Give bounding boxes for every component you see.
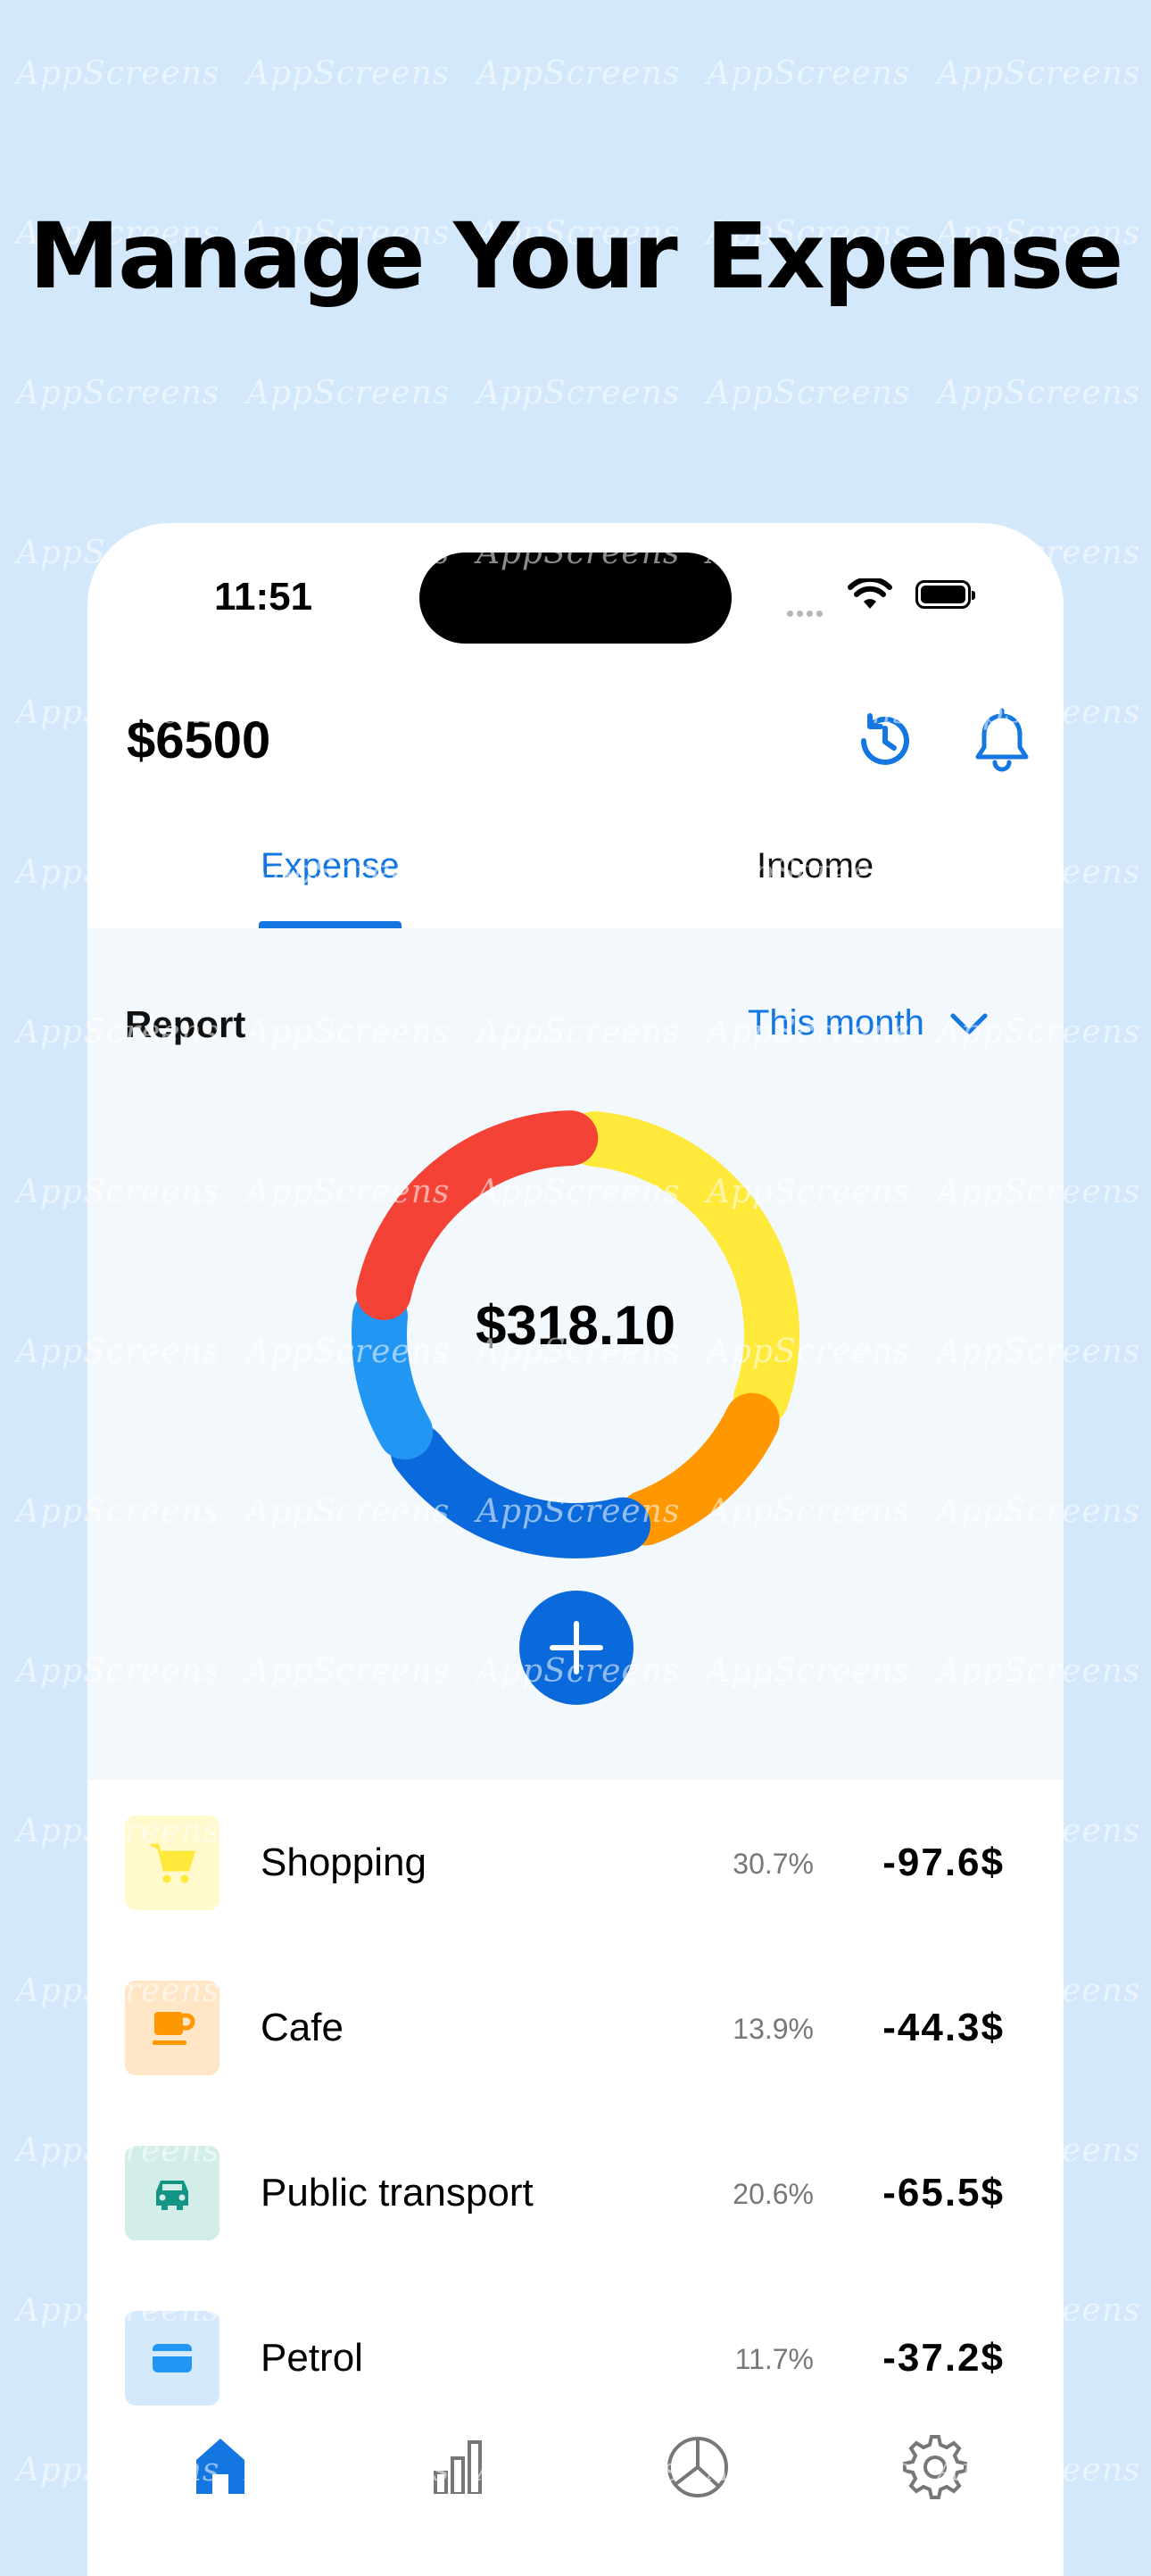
category-amount: -37.2$	[882, 2336, 1005, 2380]
category-amount: -44.3$	[882, 2006, 1005, 2049]
donut-slice	[390, 1424, 650, 1558]
category-amount: -97.6$	[882, 1841, 1005, 1884]
home-icon[interactable]	[189, 2431, 252, 2497]
watermark-row: AppScreens AppScreens AppScreens AppScreens…	[16, 375, 1141, 411]
dynamic-island	[419, 553, 732, 644]
watermark-row: AppScreens AppScreens AppScreens AppScreens…	[16, 55, 1141, 92]
category-percent: 13.9%	[733, 2013, 814, 2045]
bar-chart-icon[interactable]	[426, 2431, 489, 2497]
category-amount: -65.5$	[882, 2171, 1005, 2215]
settings-gear-icon[interactable]	[901, 2431, 969, 2503]
balance-amount: $6500	[127, 711, 271, 769]
category-percent: 30.7%	[733, 1848, 814, 1880]
page-headline: Manage Your Expense	[29, 204, 1124, 310]
bell-icon[interactable]	[971, 707, 1033, 778]
card-icon	[125, 2311, 219, 2406]
chevron-down-icon[interactable]	[949, 1010, 989, 1041]
transaction-row-shopping[interactable]: Shopping 30.7% -97.6$	[87, 1816, 1064, 1915]
signal-icon	[787, 603, 826, 620]
category-name: Petrol	[261, 2336, 363, 2380]
pie-chart-icon[interactable]	[664, 2431, 732, 2503]
phone-screen: 11:51 $6500 Expense Income Report This m…	[87, 523, 1064, 2576]
category-percent: 20.6%	[733, 2178, 814, 2210]
car-icon	[125, 2146, 219, 2240]
category-name: Shopping	[261, 1841, 426, 1884]
history-clock-icon[interactable]	[851, 707, 919, 778]
tab-expense[interactable]: Expense	[261, 846, 400, 886]
battery-icon	[915, 580, 975, 609]
report-total: $318.10	[475, 1295, 676, 1357]
wifi-icon	[848, 576, 892, 616]
category-percent: 11.7%	[734, 2343, 814, 2375]
report-panel: Report This month $318.10	[87, 928, 1064, 1780]
donut-slice	[617, 1392, 780, 1546]
tab-income[interactable]: Income	[757, 846, 874, 886]
cart-icon	[125, 1816, 219, 1910]
transaction-row-cafe[interactable]: Cafe 13.9% -44.3$	[87, 1981, 1064, 2081]
report-title: Report	[125, 1003, 246, 1045]
transaction-row-petrol[interactable]: Petrol 11.7% -37.2$	[87, 2311, 1064, 2411]
add-transaction-button[interactable]	[519, 1591, 633, 1705]
transaction-row-public-transport[interactable]: Public transport 20.6% -65.5$	[87, 2146, 1064, 2246]
status-time: 11:51	[214, 575, 313, 619]
period-selector[interactable]: This month	[748, 1003, 924, 1043]
category-name: Cafe	[261, 2006, 344, 2049]
coffee-cup-icon	[125, 1981, 219, 2075]
tab-active-indicator	[259, 921, 402, 928]
donut-slice	[356, 1110, 599, 1320]
category-name: Public transport	[261, 2171, 534, 2215]
bottom-nav	[87, 2431, 1064, 2576]
donut-slice	[567, 1111, 799, 1426]
